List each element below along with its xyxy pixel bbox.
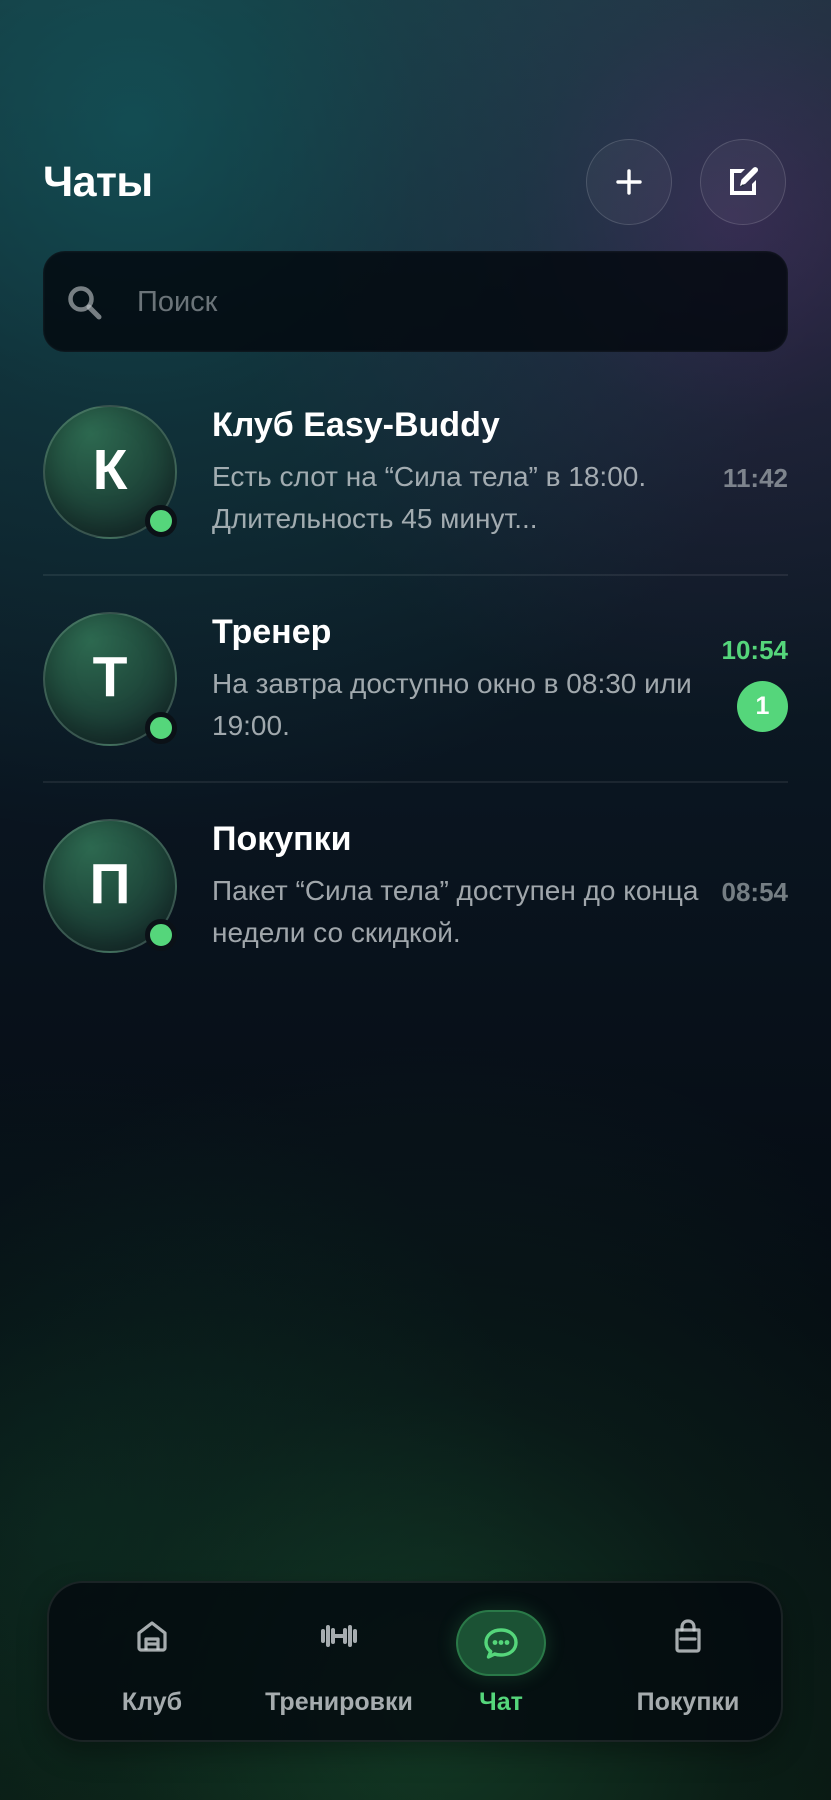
chat-name: Тренер — [212, 613, 332, 651]
tab-label: Покупки — [636, 1688, 740, 1716]
compose-button[interactable] — [700, 139, 786, 225]
new-chat-button[interactable] — [586, 139, 672, 225]
shopping-bag-icon — [664, 1612, 712, 1660]
chat-icon — [456, 1610, 546, 1676]
chat-time: 08:54 — [721, 877, 789, 907]
tab-label: Тренировки — [265, 1688, 413, 1716]
search-icon — [63, 281, 107, 325]
chat-item-purchases[interactable]: П Покупки Пакет “Сила тела” доступен до … — [43, 783, 788, 990]
online-status-indicator — [145, 919, 177, 951]
chat-time: 10:54 — [721, 635, 789, 665]
compose-icon — [722, 161, 764, 203]
tab-workouts[interactable]: Тренировки — [254, 1583, 424, 1744]
chat-item-trainer[interactable]: Т Тренер На завтра доступно окно в 08:30… — [43, 576, 788, 783]
online-status-indicator — [145, 712, 177, 744]
tab-chat[interactable]: Чат — [452, 1583, 550, 1744]
chat-item-club[interactable]: К Клуб Easy-Buddy Есть слот на “Сила тел… — [43, 369, 788, 576]
chat-time: 11:42 — [722, 463, 788, 493]
chat-preview: Есть слот на “Сила тела” в 18:00. Длител… — [212, 461, 647, 534]
chat-name: Клуб Easy-Buddy — [212, 406, 500, 444]
tab-club[interactable]: Клуб — [104, 1583, 200, 1744]
online-status-indicator — [145, 505, 177, 537]
tab-label: Клуб — [121, 1688, 183, 1716]
chat-preview: На завтра доступно окно в 08:30 или 19:0… — [212, 668, 692, 741]
search-bar[interactable] — [43, 251, 788, 352]
tab-label: Чат — [479, 1688, 523, 1716]
chats-screen: Чаты К Клуб Easy-Buddy — [0, 0, 831, 1800]
chat-preview: Пакет “Сила тела” доступен до конца неде… — [212, 875, 699, 948]
chat-name: Покупки — [212, 820, 352, 858]
bottom-navigation: Клуб Тренировки Чат Покупки — [47, 1581, 783, 1742]
dumbbell-icon — [315, 1612, 363, 1660]
search-input[interactable] — [137, 277, 757, 327]
club-icon — [128, 1612, 176, 1660]
plus-icon — [614, 167, 644, 197]
unread-count-badge: 1 — [737, 681, 788, 732]
tab-purchases[interactable]: Покупки — [623, 1583, 753, 1744]
page-title: Чаты — [43, 158, 153, 206]
